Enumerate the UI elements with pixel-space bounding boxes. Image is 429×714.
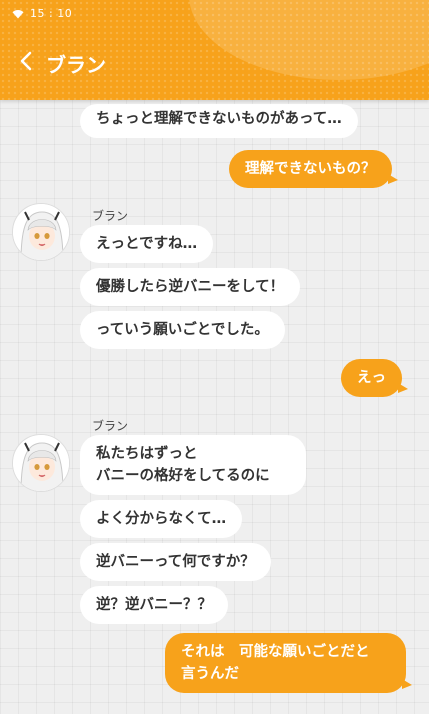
message-incoming: 逆バニーって何ですか？ <box>80 543 271 581</box>
header-decoration <box>189 0 429 80</box>
message-line: 言うんだ <box>181 666 239 682</box>
sender-name: ブラン <box>92 419 129 433</box>
status-bar: 15 : 10 <box>12 7 72 20</box>
chat-title: ブラン <box>46 53 106 77</box>
avatar[interactable] <box>12 434 70 492</box>
message-incoming: えっとですね… <box>80 225 214 263</box>
message-outgoing: それは 可能な願いごとだと 言うんだ <box>165 633 412 693</box>
message-line: それは 可能な願いごとだと <box>181 644 370 660</box>
message-incoming: よく分からなくて… <box>80 500 243 538</box>
message-incoming: 優勝したら逆バニーをして！ <box>80 268 301 306</box>
message-incoming: 逆？逆バニー？？ <box>80 586 228 624</box>
message-incoming: ちょっと理解できないものがあって… <box>80 104 358 138</box>
app-header: 15 : 10 ブラン <box>0 0 429 100</box>
status-time: 15 : 10 <box>30 7 73 20</box>
message-incoming: 私たちはずっと バニーの格好をしてるのに <box>80 435 306 495</box>
sender-name: ブラン <box>92 209 129 223</box>
chat-area[interactable]: ちょっと理解できないものがあって… 理解できないもの？ ブラン えっとですね… … <box>0 0 429 714</box>
message-outgoing: 理解できないもの？ <box>229 150 397 188</box>
back-button[interactable] <box>16 50 40 74</box>
character-portrait-icon <box>13 435 69 491</box>
wifi-icon <box>12 9 24 18</box>
message-line: バニーの格好をしてるのに <box>96 468 270 484</box>
message-line: 私たちはずっと <box>96 446 198 462</box>
message-outgoing: えっ <box>341 359 408 397</box>
character-portrait-icon <box>13 204 69 260</box>
message-incoming: っていう願いごとでした。 <box>80 311 285 349</box>
chevron-left-icon <box>20 51 32 71</box>
avatar[interactable] <box>12 203 70 261</box>
